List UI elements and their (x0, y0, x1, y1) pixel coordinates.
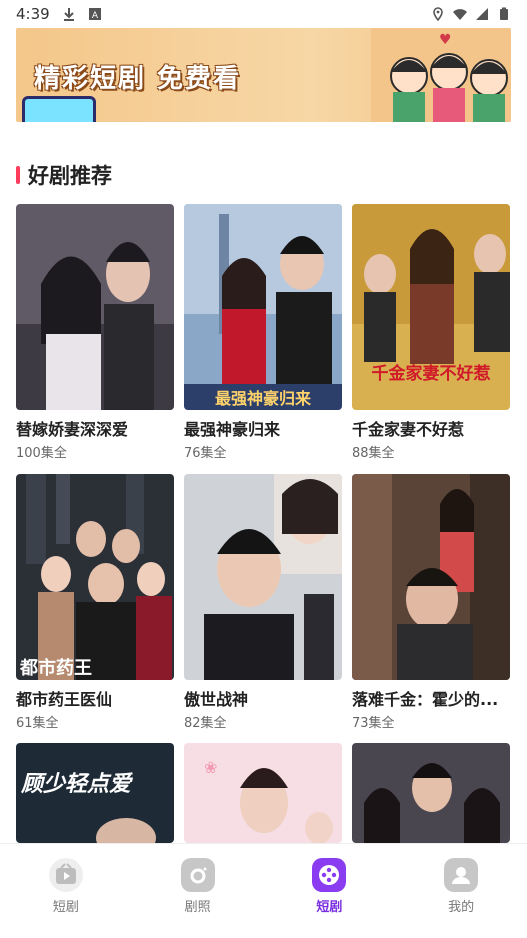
drama-episodes: 73集全 (352, 716, 395, 731)
tab-drama-active[interactable]: 短剧 (264, 844, 396, 938)
drama-card[interactable]: 傲世战神 82集全 (184, 474, 342, 731)
promo-banner[interactable]: 精彩短剧 免费看 ♥ (16, 28, 511, 122)
drama-episodes: 100集全 (16, 446, 67, 461)
bottom-tab-bar: 短剧 剧照 短剧 我的 (0, 843, 527, 938)
drama-card[interactable]: 千金家妻不好惹 千金家妻不好惹 88集全 (352, 204, 510, 461)
film-reel-icon (312, 858, 347, 892)
section-accent-bar (16, 166, 20, 184)
svg-text:♥: ♥ (439, 32, 452, 48)
drama-poster[interactable]: 千金家妻不好惹 (352, 204, 510, 410)
section-title: 好剧推荐 (28, 164, 112, 188)
drama-title: 最强神豪归来 (184, 420, 281, 439)
drama-card[interactable]: ❀ (184, 743, 342, 843)
drama-poster[interactable] (16, 204, 174, 410)
drama-poster[interactable] (352, 474, 510, 680)
drama-title: 傲世战神 (184, 690, 249, 709)
tab-stills[interactable]: 剧照 (132, 844, 264, 938)
drama-card[interactable]: 最强神豪归来 最强神豪归来 76集全 (184, 204, 342, 461)
drama-title: 千金家妻不好惹 (352, 420, 465, 439)
poster-title-text: 顾少轻点爱 (20, 771, 134, 797)
drama-episodes: 88集全 (352, 446, 395, 461)
section-header: 好剧推荐 (16, 160, 112, 190)
tab-label: 短剧 (52, 900, 79, 915)
tab-short-drama[interactable]: 短剧 (0, 844, 132, 938)
tab-label: 短剧 (316, 900, 343, 915)
status-bar: 4:39 A (0, 0, 527, 28)
user-icon (444, 858, 479, 892)
location-icon (433, 7, 443, 21)
battery-icon (500, 7, 508, 20)
tab-label: 剧照 (184, 900, 211, 915)
tab-me[interactable]: 我的 (395, 844, 527, 938)
svg-text:A: A (92, 11, 99, 21)
tv-icon (22, 96, 96, 122)
poster-title-text: 都市药王 (19, 657, 92, 679)
app-notification-icon: A (88, 8, 101, 21)
tab-label: 我的 (448, 900, 475, 915)
drama-poster[interactable]: 都市药王 (16, 474, 174, 680)
drama-poster[interactable]: 顾少轻点爱 (16, 743, 174, 843)
camera-icon (180, 858, 215, 892)
drama-card[interactable]: 都市药王 都市药王医仙 61集全 (16, 474, 174, 731)
drama-poster[interactable] (352, 743, 510, 843)
drama-episodes: 76集全 (184, 446, 227, 461)
drama-card[interactable] (352, 743, 510, 843)
signal-icon (476, 8, 488, 20)
drama-title: 替嫁娇妻深深爱 (16, 420, 129, 439)
drama-poster[interactable] (184, 474, 342, 680)
wifi-icon (453, 9, 467, 20)
download-icon (63, 8, 74, 21)
banner-illustration: ♥ (371, 28, 511, 122)
poster-title-text: 千金家妻不好惹 (372, 363, 491, 384)
poster-title-text: 最强神豪归来 (215, 389, 312, 408)
drama-poster[interactable]: 最强神豪归来 (184, 204, 342, 410)
status-time: 4:39 (16, 5, 50, 23)
video-icon (48, 858, 83, 892)
drama-card[interactable]: 落难千金：霍少的... 73集全 (352, 474, 510, 731)
drama-title: 落难千金：霍少的... (352, 690, 499, 709)
drama-episodes: 82集全 (184, 716, 227, 731)
svg-text:❀: ❀ (204, 758, 217, 777)
drama-card[interactable]: 顾少轻点爱 (16, 743, 174, 843)
drama-poster[interactable]: ❀ (184, 743, 342, 843)
drama-title: 都市药王医仙 (16, 690, 113, 709)
banner-text: 精彩短剧 免费看 (34, 64, 242, 94)
drama-episodes: 61集全 (16, 716, 59, 731)
drama-card[interactable]: 替嫁娇妻深深爱 100集全 (16, 204, 174, 461)
